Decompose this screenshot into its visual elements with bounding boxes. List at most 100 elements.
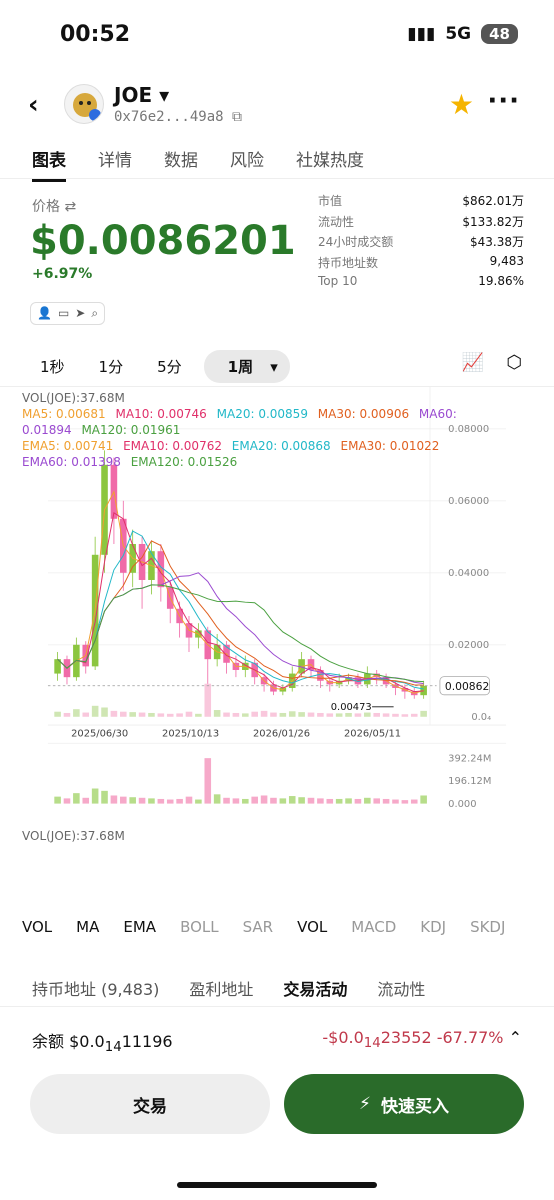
price-label: 价格 ⇄ [32, 199, 77, 215]
token-address[interactable]: 0x76e2...49a8 ⧉ [114, 109, 242, 125]
interval-1s[interactable]: 1秒 [28, 350, 77, 383]
ma-line [57, 572, 424, 685]
volume-bar [157, 798, 165, 804]
volume-bar-overlay [120, 711, 127, 717]
tab-liquidity[interactable]: 流动性 [377, 976, 425, 1000]
volume-bar [270, 797, 277, 804]
ma-line [57, 511, 424, 693]
home-indicator [177, 1182, 377, 1188]
volume-bar [364, 797, 371, 804]
interval-5m[interactable]: 5分 [145, 350, 194, 383]
legend-item: MA120: 0.01961 [81, 423, 181, 437]
volume-bar-overlay [298, 712, 305, 717]
star-icon[interactable]: ★ [449, 88, 474, 121]
volume-bar-overlay [326, 713, 334, 717]
network-label: 5G [445, 24, 472, 44]
volume-bar-overlay [410, 713, 418, 717]
volume-bar-overlay [63, 712, 71, 717]
low-marker: 0.00473 [331, 702, 372, 713]
tab-details[interactable]: 详情 [98, 146, 132, 182]
ind-vol[interactable]: VOL [22, 918, 52, 936]
volume-bar [82, 797, 90, 804]
x-tick: 2025/10/13 [162, 729, 219, 740]
web-icon[interactable]: ▭ [58, 306, 69, 321]
tab-risk[interactable]: 风险 [230, 146, 264, 182]
ind-macd[interactable]: MACD [351, 918, 396, 936]
token-name[interactable]: JOE ▾ [114, 83, 169, 107]
volume-bar-overlay [157, 713, 165, 717]
tab-chart[interactable]: 图表 [32, 146, 66, 182]
x-tick: 2026/01/26 [253, 729, 310, 740]
tab-profit[interactable]: 盈利地址 [189, 976, 253, 1000]
legend-item: EMA30: 0.01022 [340, 439, 440, 453]
status-indicators: ▮▮▮ 5G 48 [407, 24, 518, 44]
telegram-icon[interactable]: ➤ [75, 306, 85, 321]
legend-item: EMA120: 0.01526 [130, 455, 238, 469]
search-icon[interactable]: ⌕ [91, 306, 98, 321]
volume-bar-overlay [279, 712, 287, 717]
ma-line [57, 530, 424, 690]
quick-buy-button[interactable]: ⚡ 快速买入 [284, 1074, 524, 1134]
pnl[interactable]: -$0.01423552 -67.77% ⌃ [322, 1028, 522, 1051]
volume-tick: 196.12M [448, 776, 491, 787]
volume-bar [73, 793, 80, 804]
volume-bar-overlay [401, 714, 409, 717]
volume-bar-overlay [129, 712, 136, 717]
volume-bar [373, 798, 380, 804]
volume-bar [63, 798, 71, 804]
volume-bar-overlay [345, 712, 352, 717]
volume-bar-overlay [354, 713, 362, 717]
interval-1m[interactable]: 1分 [87, 350, 136, 383]
back-icon[interactable]: ‹ [28, 90, 39, 120]
volume-bar [335, 798, 343, 804]
indicator-icon[interactable]: 📈 [462, 352, 484, 373]
legend-item: MA10: 0.00746 [115, 407, 211, 421]
volume-bar [101, 790, 108, 804]
tab-data[interactable]: 数据 [164, 146, 198, 182]
ind-boll[interactable]: BOLL [180, 918, 219, 936]
volume-bar [288, 796, 296, 804]
x-tick: 2025/06/30 [71, 729, 128, 740]
volume-bar [420, 795, 427, 804]
volume-bar-overlay [195, 713, 202, 717]
volume-bar-overlay [110, 710, 118, 717]
legend-item: MA5: 0.00681 [22, 407, 110, 421]
price-change: +6.97% [32, 266, 93, 282]
volume-bar-overlay [382, 713, 390, 717]
trade-button[interactable]: 交易 [30, 1074, 270, 1134]
interval-selector: 1秒 1分 5分 1周 ▾ [28, 350, 290, 383]
volume-bar [345, 798, 352, 804]
settings-icon[interactable]: ⬡ [506, 352, 522, 373]
ind-ma[interactable]: MA [76, 918, 99, 936]
ind-sar[interactable]: SAR [243, 918, 273, 936]
tab-activity[interactable]: 交易活动 [283, 976, 347, 1000]
volume-bar [148, 798, 155, 804]
interval-1w[interactable]: 1周 ▾ [203, 350, 290, 383]
volume-bar [317, 798, 324, 804]
ind-ema[interactable]: EMA [123, 918, 156, 936]
ind-kdj[interactable]: KDJ [420, 918, 446, 936]
volume-bar-overlay [185, 711, 193, 717]
volume-bar-overlay [242, 713, 249, 717]
more-icon[interactable]: ··· [487, 86, 520, 116]
legend-item: EMA20: 0.00868 [231, 439, 335, 453]
battery-icon: 48 [481, 24, 518, 44]
person-icon[interactable]: 👤 [37, 306, 52, 321]
vol-legend-top: VOL(JOE):37.68M [22, 391, 125, 405]
volume-bar-overlay [288, 711, 296, 717]
indicator-bar: VOL MA EMA BOLL SAR VOL MACD KDJ SKDJ [22, 918, 505, 936]
tab-social[interactable]: 社媒热度 [296, 146, 364, 182]
volume-bar [298, 797, 305, 804]
legend-item: MA20: 0.00859 [216, 407, 312, 421]
volume-bar [251, 796, 258, 804]
volume-bar-overlay [54, 711, 61, 717]
tab-holders[interactable]: 持币地址 (9,483) [32, 976, 159, 1000]
stats-panel: 市值 $862.01万 流动性 $133.82万 24小时成交额 $43.38万 持币… [318, 194, 524, 288]
volume-bar-overlay [176, 713, 183, 717]
ind-vol-sub[interactable]: VOL [297, 918, 327, 936]
volume-bar [223, 797, 230, 804]
volume-bar [232, 798, 240, 804]
ind-skdj[interactable]: SKDJ [470, 918, 505, 936]
volume-bar-overlay [223, 712, 230, 717]
volume-bar [91, 788, 99, 804]
